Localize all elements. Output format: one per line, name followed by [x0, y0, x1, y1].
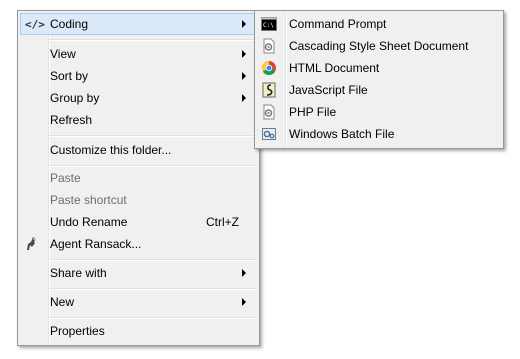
submenu-item-css-document[interactable]: Cascading Style Sheet Document	[257, 35, 501, 57]
menu-separator	[49, 288, 257, 290]
menu-separator	[49, 317, 257, 319]
menu-item-share-with[interactable]: Share with	[20, 262, 257, 284]
menu-item-label: Properties	[50, 324, 105, 338]
menu-item-properties[interactable]: Properties	[20, 320, 257, 342]
menu-item-customize-folder[interactable]: Customize this folder...	[20, 139, 257, 161]
submenu-item-javascript-file[interactable]: JavaScript File	[257, 79, 501, 101]
menu-item-paste: Paste	[20, 167, 257, 189]
menu-item-label: HTML Document	[289, 61, 380, 75]
menu-item-label: Sort by	[50, 69, 89, 83]
menu-item-label: Coding	[50, 17, 89, 31]
submenu-arrow-icon	[242, 20, 246, 28]
menu-separator	[49, 135, 257, 137]
submenu-item-batch-file[interactable]: Windows Batch File	[257, 123, 501, 145]
submenu-item-php-file[interactable]: PHP File	[257, 101, 501, 123]
menu-item-label: Undo Rename	[50, 215, 128, 229]
menu-item-coding[interactable]: </> Coding	[20, 13, 257, 35]
menu-item-label: New	[50, 295, 75, 309]
submenu-arrow-icon	[242, 94, 246, 102]
agent-ransack-icon	[27, 237, 36, 250]
menu-item-label: Share with	[50, 266, 107, 280]
menu-item-label: Paste shortcut	[50, 193, 127, 207]
submenu-arrow-icon	[242, 298, 246, 306]
menu-item-group-by[interactable]: Group by	[20, 87, 257, 109]
shortcut-label: Ctrl+Z	[206, 215, 239, 229]
menu-item-label: View	[50, 47, 76, 61]
menu-item-undo-rename[interactable]: Undo Rename Ctrl+Z	[20, 211, 257, 233]
menu-item-refresh[interactable]: Refresh	[20, 109, 257, 131]
submenu-arrow-icon	[242, 50, 246, 58]
submenu-arrow-icon	[242, 269, 246, 277]
menu-separator	[49, 259, 257, 261]
batch-file-icon	[262, 128, 276, 140]
menu-item-label: Customize this folder...	[50, 143, 172, 157]
context-menu: </> Coding View Sort by Group by Refresh…	[17, 10, 260, 346]
menu-item-sort-by[interactable]: Sort by	[20, 65, 257, 87]
command-prompt-icon: C:\	[261, 17, 277, 31]
menu-separator	[49, 165, 257, 167]
menu-item-label: Group by	[50, 91, 100, 105]
menu-separator	[49, 39, 257, 41]
menu-item-label: Cascading Style Sheet Document	[289, 39, 469, 53]
menu-item-label: Agent Ransack...	[50, 237, 142, 251]
menu-item-label: Paste	[50, 171, 81, 185]
menu-item-label: JavaScript File	[289, 83, 368, 97]
javascript-file-icon	[262, 82, 276, 98]
php-file-icon	[263, 104, 275, 120]
menu-item-view[interactable]: View	[20, 43, 257, 65]
css-file-icon	[263, 38, 275, 54]
menu-item-agent-ransack[interactable]: Agent Ransack...	[20, 233, 257, 255]
code-icon: </>	[25, 18, 45, 31]
chrome-icon	[262, 61, 276, 75]
submenu-item-command-prompt[interactable]: C:\ Command Prompt	[257, 13, 501, 35]
menu-item-label: Refresh	[50, 113, 93, 127]
menu-item-paste-shortcut: Paste shortcut	[20, 189, 257, 211]
menu-item-label: Windows Batch File	[289, 127, 395, 141]
svg-text:C:\: C:\	[263, 22, 274, 29]
submenu-arrow-icon	[242, 72, 246, 80]
submenu-item-html-document[interactable]: HTML Document	[257, 57, 501, 79]
menu-item-label: Command Prompt	[289, 17, 387, 31]
menu-item-label: PHP File	[289, 105, 337, 119]
coding-submenu: C:\ Command Prompt Cascading Style Sheet…	[254, 10, 504, 149]
menu-item-new[interactable]: New	[20, 291, 257, 313]
